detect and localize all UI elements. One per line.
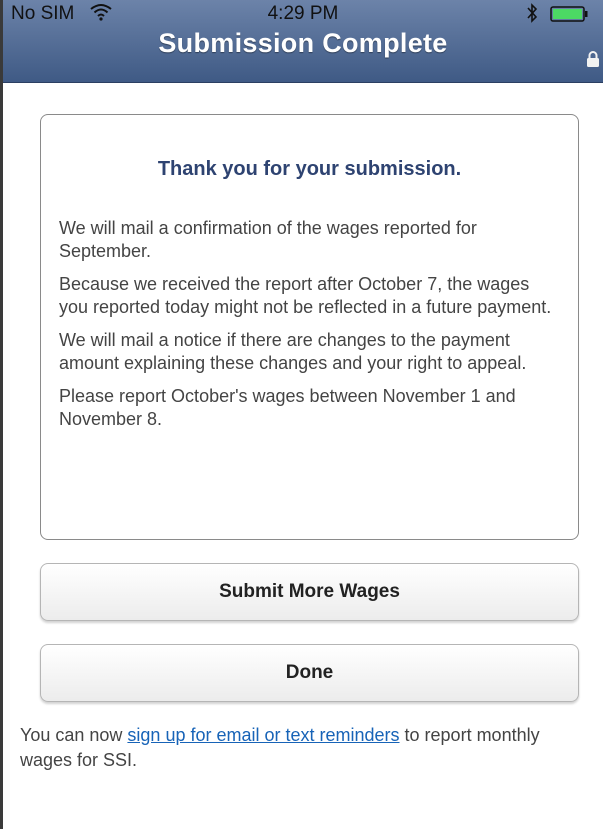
header-bar: No SIM 4:29 PM Submission Complete	[3, 0, 603, 83]
done-button[interactable]: Done	[40, 644, 579, 702]
next-report-message: Please report October's wages between No…	[59, 386, 516, 429]
page-title: Submission Complete	[158, 28, 448, 58]
confirmation-message: We will mail a confirmation of the wages…	[59, 218, 477, 261]
status-bar: No SIM 4:29 PM	[3, 0, 603, 28]
late-report-message: Because we received the report after Oct…	[59, 274, 552, 317]
submit-more-wages-button[interactable]: Submit More Wages	[40, 563, 579, 621]
card-body: We will mail a confirmation of the wages…	[59, 217, 556, 441]
reminders-signup-link[interactable]: sign up for email or text reminders	[127, 725, 399, 745]
confirmation-card: Thank you for your submission. We will m…	[40, 114, 579, 540]
status-time: 4:29 PM	[267, 3, 339, 24]
battery-icon	[550, 6, 588, 22]
lock-icon	[587, 51, 599, 67]
bluetooth-icon	[527, 3, 538, 23]
window-frame-edge	[0, 0, 3, 829]
reminder-footer: You can now sign up for email or text re…	[20, 723, 580, 773]
footer-prefix: You can now	[20, 725, 128, 745]
card-title: Thank you for your submission.	[157, 158, 462, 180]
notice-message: We will mail a notice if there are chang…	[59, 330, 527, 373]
